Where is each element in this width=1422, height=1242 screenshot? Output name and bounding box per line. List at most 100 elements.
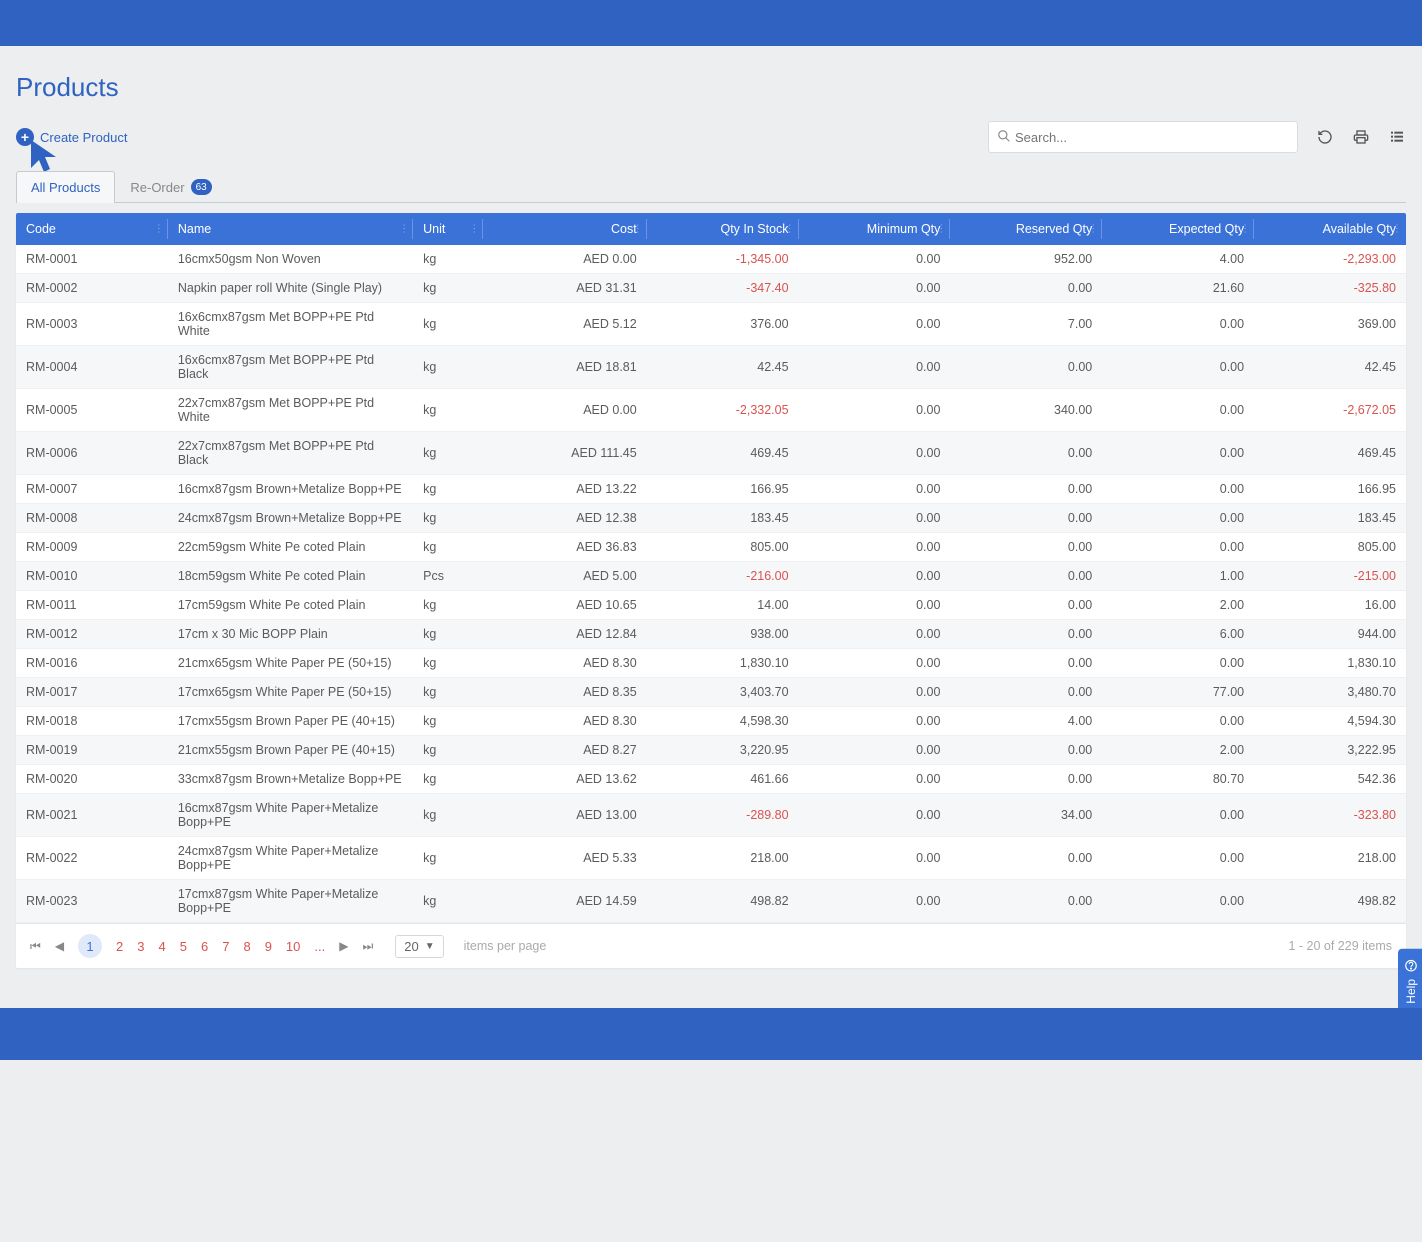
column-drag-icon[interactable]: ⋮ bbox=[785, 224, 793, 235]
search-box[interactable] bbox=[988, 121, 1298, 153]
cell: 0.00 bbox=[950, 475, 1102, 504]
app-top-bar bbox=[0, 0, 1422, 46]
cell: Napkin paper roll White (Single Play) bbox=[168, 274, 413, 303]
table-row[interactable]: RM-001018cm59gsm White Pe coted PlainPcs… bbox=[16, 562, 1406, 591]
cell: AED 8.30 bbox=[483, 707, 647, 736]
cell: 16cmx87gsm White Paper+Metalize Bopp+PE bbox=[168, 794, 413, 837]
table-row[interactable]: RM-0002Napkin paper roll White (Single P… bbox=[16, 274, 1406, 303]
pager-page-6[interactable]: 6 bbox=[201, 939, 208, 954]
cell: kg bbox=[413, 274, 483, 303]
pager-page-8[interactable]: 8 bbox=[243, 939, 250, 954]
table-row[interactable]: RM-000824cmx87gsm Brown+Metalize Bopp+PE… bbox=[16, 504, 1406, 533]
table-row[interactable]: RM-000522x7cmx87gsm Met BOPP+PE Ptd Whit… bbox=[16, 389, 1406, 432]
column-header-available_qty[interactable]: Available Qty⋮ bbox=[1254, 213, 1406, 245]
pager-page-2[interactable]: 2 bbox=[116, 939, 123, 954]
pager-next[interactable]: ▶ bbox=[339, 939, 348, 953]
table-row[interactable]: RM-001817cmx55gsm Brown Paper PE (40+15)… bbox=[16, 707, 1406, 736]
table-row[interactable]: RM-001717cmx65gsm White Paper PE (50+15)… bbox=[16, 678, 1406, 707]
column-drag-icon[interactable]: ⋮ bbox=[399, 224, 407, 235]
table-row[interactable]: RM-002317cmx87gsm White Paper+Metalize B… bbox=[16, 880, 1406, 923]
column-drag-icon[interactable]: ⋮ bbox=[936, 224, 944, 235]
cell: RM-0012 bbox=[16, 620, 168, 649]
cell: 42.45 bbox=[647, 346, 799, 389]
column-header-qty_in_stock[interactable]: Qty In Stock⋮ bbox=[647, 213, 799, 245]
pager-page-9[interactable]: 9 bbox=[265, 939, 272, 954]
refresh-button[interactable] bbox=[1316, 128, 1334, 146]
column-drag-icon[interactable]: ⋮ bbox=[154, 224, 162, 235]
column-header-expected_qty[interactable]: Expected Qty⋮ bbox=[1102, 213, 1254, 245]
column-header-reserved_qty[interactable]: Reserved Qty⋮ bbox=[950, 213, 1102, 245]
cell: AED 12.84 bbox=[483, 620, 647, 649]
column-drag-icon[interactable]: ⋮ bbox=[469, 224, 477, 235]
cell: kg bbox=[413, 432, 483, 475]
cell: kg bbox=[413, 303, 483, 346]
table-header-row: Code⋮Name⋮Unit⋮Cost⋮Qty In Stock⋮Minimum… bbox=[16, 213, 1406, 245]
cell: 1,830.10 bbox=[1254, 649, 1406, 678]
cell: 16cmx50gsm Non Woven bbox=[168, 245, 413, 274]
print-button[interactable] bbox=[1352, 128, 1370, 146]
pager-page-1[interactable]: 1 bbox=[78, 934, 102, 958]
table-row[interactable]: RM-002116cmx87gsm White Paper+Metalize B… bbox=[16, 794, 1406, 837]
cell: -325.80 bbox=[1254, 274, 1406, 303]
pager-page-7[interactable]: 7 bbox=[222, 939, 229, 954]
tab-label: Re-Order bbox=[130, 180, 184, 195]
column-header-cost[interactable]: Cost⋮ bbox=[483, 213, 647, 245]
pager-page-5[interactable]: 5 bbox=[180, 939, 187, 954]
pager-prev[interactable]: ◀ bbox=[55, 939, 64, 953]
table-row[interactable]: RM-002224cmx87gsm White Paper+Metalize B… bbox=[16, 837, 1406, 880]
table-row[interactable]: RM-000416x6cmx87gsm Met BOPP+PE Ptd Blac… bbox=[16, 346, 1406, 389]
cell: AED 12.38 bbox=[483, 504, 647, 533]
column-header-minimum_qty[interactable]: Minimum Qty⋮ bbox=[799, 213, 951, 245]
pager-page-3[interactable]: 3 bbox=[137, 939, 144, 954]
pager-page-10[interactable]: 10 bbox=[286, 939, 300, 954]
cell: 376.00 bbox=[647, 303, 799, 346]
cell: 22cm59gsm White Pe coted Plain bbox=[168, 533, 413, 562]
cell: AED 18.81 bbox=[483, 346, 647, 389]
cell: 461.66 bbox=[647, 765, 799, 794]
column-drag-icon[interactable]: ⋮ bbox=[633, 224, 641, 235]
table-row[interactable]: RM-000716cmx87gsm Brown+Metalize Bopp+PE… bbox=[16, 475, 1406, 504]
table-row[interactable]: RM-000622x7cmx87gsm Met BOPP+PE Ptd Blac… bbox=[16, 432, 1406, 475]
table-row[interactable]: RM-002033cmx87gsm Brown+Metalize Bopp+PE… bbox=[16, 765, 1406, 794]
cell: AED 36.83 bbox=[483, 533, 647, 562]
pager-last[interactable]: ⏭ bbox=[362, 939, 373, 954]
cell: RM-0006 bbox=[16, 432, 168, 475]
tab-all-products[interactable]: All Products bbox=[16, 171, 115, 203]
table-row[interactable]: RM-001117cm59gsm White Pe coted PlainkgA… bbox=[16, 591, 1406, 620]
cell: RM-0004 bbox=[16, 346, 168, 389]
cell: 0.00 bbox=[950, 504, 1102, 533]
tab-reorder[interactable]: Re-Order 63 bbox=[115, 170, 226, 203]
cell: -323.80 bbox=[1254, 794, 1406, 837]
cell: kg bbox=[413, 794, 483, 837]
search-input[interactable] bbox=[1011, 126, 1289, 149]
cell: 0.00 bbox=[950, 620, 1102, 649]
column-drag-icon[interactable]: ⋮ bbox=[1088, 224, 1096, 235]
table-row[interactable]: RM-000116cmx50gsm Non WovenkgAED 0.00-1,… bbox=[16, 245, 1406, 274]
pager-first[interactable]: ⏮ bbox=[30, 939, 41, 954]
table-row[interactable]: RM-000316x6cmx87gsm Met BOPP+PE Ptd Whit… bbox=[16, 303, 1406, 346]
column-drag-icon[interactable]: ⋮ bbox=[1392, 224, 1400, 235]
cell: 0.00 bbox=[799, 591, 951, 620]
cell: kg bbox=[413, 837, 483, 880]
cell: kg bbox=[413, 678, 483, 707]
column-header-name[interactable]: Name⋮ bbox=[168, 213, 413, 245]
table-row[interactable]: RM-001217cm x 30 Mic BOPP PlainkgAED 12.… bbox=[16, 620, 1406, 649]
pager-page-4[interactable]: 4 bbox=[159, 939, 166, 954]
column-drag-icon[interactable]: ⋮ bbox=[1240, 224, 1248, 235]
cell: 4.00 bbox=[1102, 245, 1254, 274]
cell: RM-0008 bbox=[16, 504, 168, 533]
table-row[interactable]: RM-001621cmx65gsm White Paper PE (50+15)… bbox=[16, 649, 1406, 678]
help-label: Help bbox=[1404, 979, 1418, 1004]
items-per-page-label: items per page bbox=[464, 939, 547, 953]
column-header-unit[interactable]: Unit⋮ bbox=[413, 213, 483, 245]
table-row[interactable]: RM-000922cm59gsm White Pe coted PlainkgA… bbox=[16, 533, 1406, 562]
column-header-code[interactable]: Code⋮ bbox=[16, 213, 168, 245]
cell: 33cmx87gsm Brown+Metalize Bopp+PE bbox=[168, 765, 413, 794]
cell: 4.00 bbox=[950, 707, 1102, 736]
help-tab[interactable]: Help bbox=[1398, 949, 1422, 1014]
create-product-button[interactable]: + Create Product bbox=[16, 128, 127, 146]
list-view-button[interactable] bbox=[1388, 128, 1406, 146]
cell: 17cmx87gsm White Paper+Metalize Bopp+PE bbox=[168, 880, 413, 923]
page-size-select[interactable]: 20 ▼ bbox=[395, 935, 443, 958]
table-row[interactable]: RM-001921cmx55gsm Brown Paper PE (40+15)… bbox=[16, 736, 1406, 765]
